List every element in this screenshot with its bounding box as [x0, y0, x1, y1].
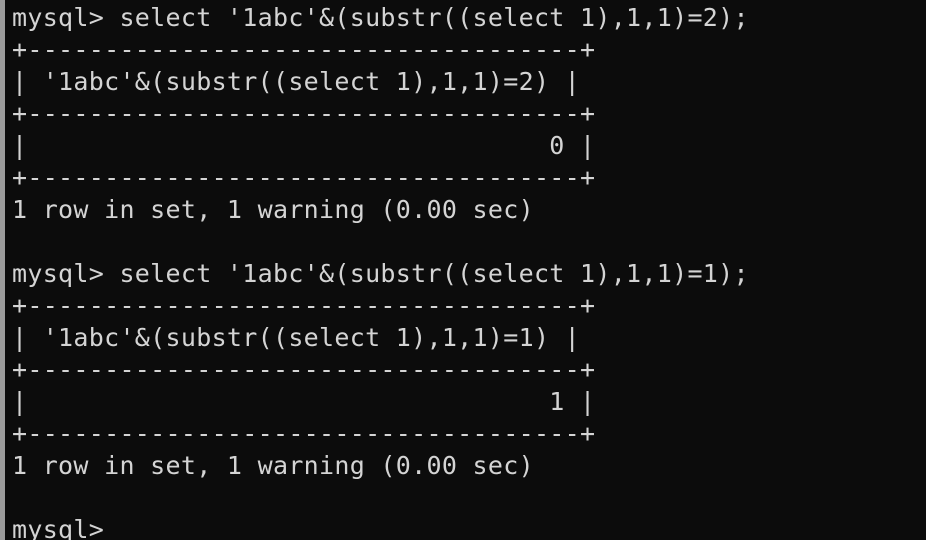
table-border-bottom: +------------------------------------+ — [12, 163, 596, 192]
table-border-mid: +------------------------------------+ — [12, 99, 596, 128]
command-line: mysql> select '1abc'&(substr((select 1),… — [12, 3, 749, 32]
command-prompt[interactable]: mysql> — [12, 514, 749, 540]
table-header: | '1abc'&(substr((select 1),1,1)=2) | — [12, 67, 580, 96]
terminal-output: mysql> select '1abc'&(substr((select 1),… — [12, 2, 749, 540]
table-border-top: +------------------------------------+ — [12, 35, 596, 64]
window-border — [0, 0, 5, 540]
command-line: mysql> select '1abc'&(substr((select 1),… — [12, 259, 749, 288]
table-row: | 1 | — [12, 387, 596, 416]
terminal-window[interactable]: mysql> select '1abc'&(substr((select 1),… — [0, 0, 926, 540]
table-border-bottom: +------------------------------------+ — [12, 419, 596, 448]
table-border-top: +------------------------------------+ — [12, 291, 596, 320]
table-row: | 0 | — [12, 131, 596, 160]
result-summary: 1 row in set, 1 warning (0.00 sec) — [12, 451, 534, 480]
table-border-mid: +------------------------------------+ — [12, 355, 596, 384]
result-summary: 1 row in set, 1 warning (0.00 sec) — [12, 195, 534, 224]
table-header: | '1abc'&(substr((select 1),1,1)=1) | — [12, 323, 580, 352]
